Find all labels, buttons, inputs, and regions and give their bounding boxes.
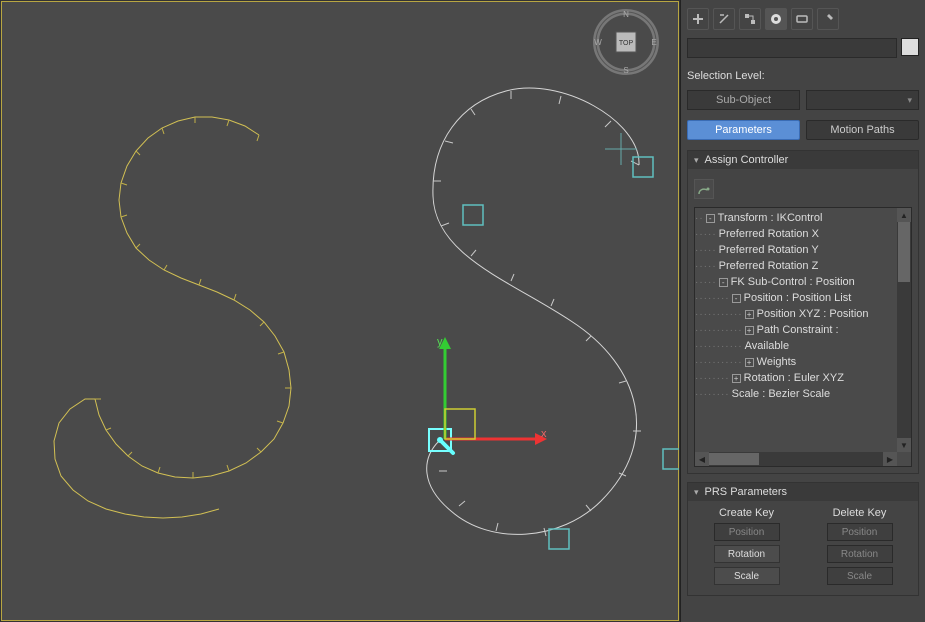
- tree-row[interactable]: ········+Rotation : Euler XYZ: [695, 370, 897, 386]
- create-rotation-button[interactable]: Rotation: [714, 545, 780, 563]
- scroll-left-arrow[interactable]: ◀: [695, 452, 709, 466]
- rollout-toggle-icon: ▾: [694, 155, 699, 166]
- selection-level-dropdown[interactable]: ▾: [806, 90, 919, 110]
- tree-row[interactable]: ·····Preferred Rotation Y: [695, 242, 897, 258]
- delete-scale-button[interactable]: Scale: [827, 567, 893, 585]
- viewcube-face-label: TOP: [619, 40, 634, 47]
- object-name-field[interactable]: [687, 38, 897, 58]
- scroll-up-arrow[interactable]: ▲: [897, 208, 911, 222]
- motion-tab-icon[interactable]: [765, 8, 787, 30]
- tree-row[interactable]: ·····-FK Sub-Control : Position: [695, 274, 897, 290]
- tree-row[interactable]: ·····Preferred Rotation X: [695, 226, 897, 242]
- controller-tree[interactable]: ··-Transform : IKControl·····Preferred R…: [694, 207, 912, 467]
- assign-controller-rollout: ▾ Assign Controller ··-Transform : IKCon…: [687, 150, 919, 474]
- tree-row[interactable]: ··-Transform : IKControl: [695, 210, 897, 226]
- create-tab-icon[interactable]: [687, 8, 709, 30]
- expand-icon[interactable]: +: [732, 374, 741, 383]
- modify-tab-icon[interactable]: [713, 8, 735, 30]
- scroll-down-arrow[interactable]: ▼: [897, 438, 911, 452]
- delete-rotation-button[interactable]: Rotation: [827, 545, 893, 563]
- prs-parameters-rollout: ▾ PRS Parameters Create Key Position Rot…: [687, 482, 919, 596]
- hscroll-thumb[interactable]: [709, 453, 759, 465]
- selection-level-label: Selection Level:: [687, 70, 919, 82]
- tree-row[interactable]: ·····Preferred Rotation Z: [695, 258, 897, 274]
- hierarchy-tab-icon[interactable]: [739, 8, 761, 30]
- create-key-label: Create Key: [694, 507, 799, 519]
- expand-icon[interactable]: +: [745, 358, 754, 367]
- utilities-tab-icon[interactable]: [817, 8, 839, 30]
- tree-row-label: Available: [745, 340, 789, 352]
- tab-motion-paths[interactable]: Motion Paths: [806, 120, 919, 140]
- viewport[interactable]: x y TOP N S E W: [0, 0, 680, 622]
- collapse-icon[interactable]: -: [719, 278, 728, 287]
- tree-hscrollbar[interactable]: ◀ ▶: [695, 452, 897, 466]
- tree-row-label: Position XYZ : Position: [757, 308, 869, 320]
- prs-parameters-title: PRS Parameters: [705, 486, 788, 498]
- tree-row-label: FK Sub-Control : Position: [731, 276, 855, 288]
- tree-row-label: Weights: [757, 356, 797, 368]
- tree-row[interactable]: ···········+Weights: [695, 354, 897, 370]
- create-position-button[interactable]: Position: [714, 523, 780, 541]
- compass-e: E: [651, 38, 656, 47]
- axis-x-label: x: [541, 428, 547, 440]
- create-scale-button[interactable]: Scale: [714, 567, 780, 585]
- command-panel-tabs: [687, 4, 919, 34]
- tree-row[interactable]: ···········Available: [695, 338, 897, 354]
- compass-n: N: [623, 10, 629, 19]
- axis-y-label: y: [437, 336, 443, 348]
- tree-vscrollbar[interactable]: ▲ ▼: [897, 208, 911, 452]
- collapse-icon[interactable]: -: [706, 214, 715, 223]
- tree-row-label: Preferred Rotation Z: [719, 260, 819, 272]
- assign-controller-title: Assign Controller: [705, 154, 789, 166]
- rollout-toggle-icon: ▾: [694, 487, 699, 498]
- tree-row-label: Preferred Rotation Y: [719, 244, 819, 256]
- sub-object-dropdown[interactable]: Sub-Object: [687, 90, 800, 110]
- tab-parameters[interactable]: Parameters: [687, 120, 800, 140]
- tree-row[interactable]: ········-Position : Position List: [695, 290, 897, 306]
- delete-key-label: Delete Key: [807, 507, 912, 519]
- tree-row-label: Rotation : Euler XYZ: [744, 372, 844, 384]
- tree-row-label: Transform : IKControl: [718, 212, 823, 224]
- object-color-swatch[interactable]: [901, 38, 919, 56]
- prs-parameters-header[interactable]: ▾ PRS Parameters: [688, 483, 918, 501]
- tree-row-label: Position : Position List: [744, 292, 852, 304]
- sub-object-dropdown-label: Sub-Object: [716, 94, 771, 106]
- delete-position-button[interactable]: Position: [827, 523, 893, 541]
- motion-panel: Selection Level: Sub-Object ▾ Parameters…: [680, 0, 925, 622]
- vscroll-thumb[interactable]: [898, 222, 910, 282]
- tree-row[interactable]: ········Scale : Bezier Scale: [695, 386, 897, 402]
- compass-w: W: [594, 38, 602, 47]
- compass-s: S: [623, 66, 628, 75]
- scroll-right-arrow[interactable]: ▶: [883, 452, 897, 466]
- tree-row[interactable]: ···········+Path Constraint :: [695, 322, 897, 338]
- expand-icon[interactable]: +: [745, 326, 754, 335]
- collapse-icon[interactable]: -: [732, 294, 741, 303]
- assign-controller-header[interactable]: ▾ Assign Controller: [688, 151, 918, 169]
- chevron-down-icon: ▾: [907, 95, 912, 106]
- display-tab-icon[interactable]: [791, 8, 813, 30]
- tree-row-label: Path Constraint :: [757, 324, 839, 336]
- assign-controller-button[interactable]: [694, 179, 714, 199]
- tree-row-label: Preferred Rotation X: [719, 228, 819, 240]
- tree-row-label: Scale : Bezier Scale: [732, 388, 830, 400]
- expand-icon[interactable]: +: [745, 310, 754, 319]
- tree-row[interactable]: ···········+Position XYZ : Position: [695, 306, 897, 322]
- viewcube[interactable]: TOP N S E W: [593, 9, 659, 75]
- viewport-canvas: x y: [1, 1, 680, 622]
